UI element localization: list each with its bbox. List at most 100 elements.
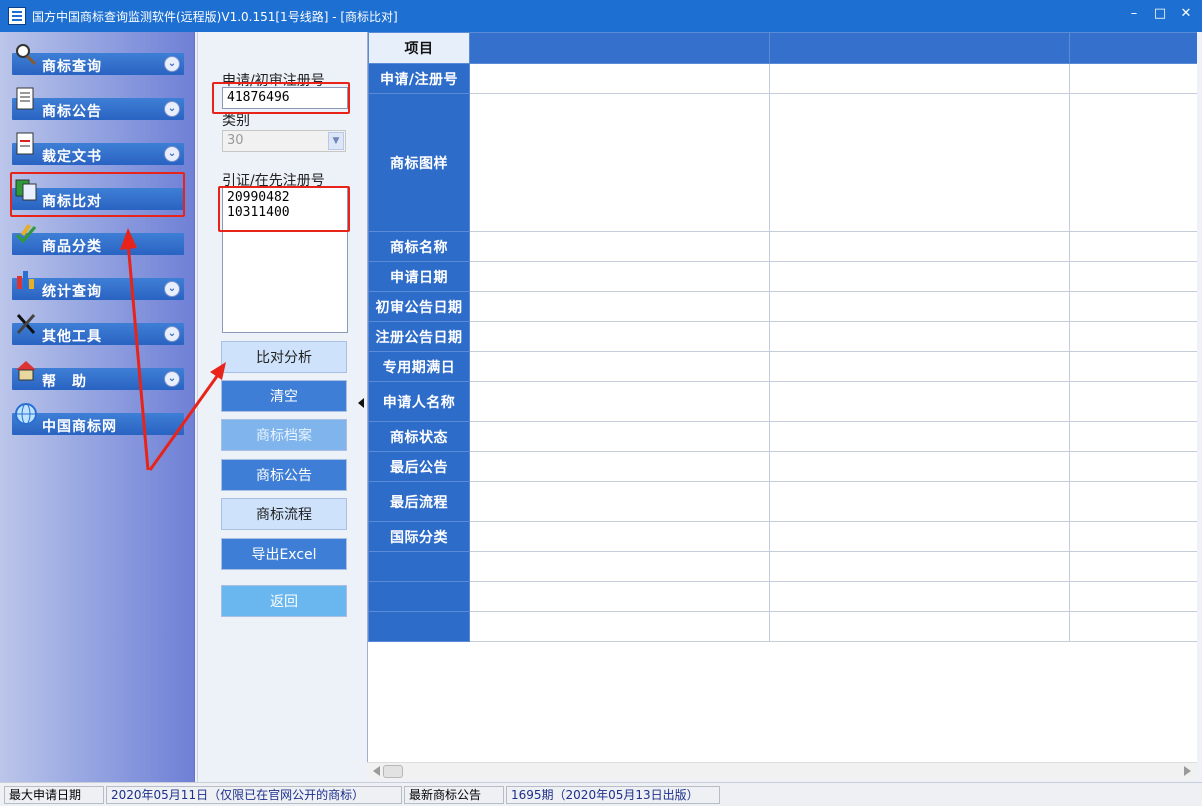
grid-cell[interactable] <box>1069 381 1197 422</box>
chevron-down-icon[interactable]: ▼ <box>328 132 344 150</box>
trademark-announcement-button[interactable]: 商标公告 <box>221 459 347 491</box>
grid-cell[interactable] <box>1069 261 1197 292</box>
sidebar-item-help[interactable]: 帮 助 ⌄ <box>12 361 184 390</box>
grid-cell[interactable] <box>469 261 770 292</box>
grid-cell[interactable] <box>1069 581 1197 612</box>
collapse-panel-handle[interactable] <box>358 398 364 408</box>
grid-header-col <box>769 32 1070 64</box>
compare-form-panel: 申请/初审注册号 41876496 类别 30 ▼ 引证/在先注册号 20990… <box>197 32 357 782</box>
grid-cell[interactable] <box>769 231 1070 262</box>
grid-cell[interactable] <box>469 231 770 262</box>
maximize-button[interactable]: □ <box>1152 6 1168 22</box>
status-latest-notice-label: 最新商标公告 <box>404 786 504 804</box>
sidebar-item-trademark-compare[interactable]: 商标比对 <box>12 179 184 210</box>
grid-cell[interactable] <box>769 611 1070 642</box>
grid-cell[interactable] <box>769 551 1070 582</box>
grid-cell[interactable] <box>1069 291 1197 322</box>
cited-no-line: 10311400 <box>227 205 290 220</box>
grid-cell[interactable] <box>769 351 1070 382</box>
status-max-date-value: 2020年05月11日（仅限已在官网公开的商标） <box>106 786 402 804</box>
sidebar-item-statistics[interactable]: 统计查询 ⌄ <box>12 271 184 300</box>
grid-cell[interactable] <box>469 93 770 232</box>
grid-cell[interactable] <box>1069 351 1197 382</box>
export-excel-button[interactable]: 导出Excel <box>221 538 347 570</box>
sidebar: 商标查询 ⌄ 商标公告 ⌄ 裁定文书 ⌄ 商标比对 商品分类 统计查询 ⌄ 其他… <box>0 32 195 782</box>
grid-cell[interactable] <box>1069 231 1197 262</box>
grid-cell[interactable] <box>769 421 1070 452</box>
grid-cell[interactable] <box>1069 611 1197 642</box>
sidebar-item-trademark-notice[interactable]: 商标公告 ⌄ <box>12 87 184 120</box>
scroll-thumb[interactable] <box>383 765 403 778</box>
grid-cell[interactable] <box>1069 451 1197 482</box>
trademark-archive-button[interactable]: 商标档案 <box>221 419 347 451</box>
sidebar-item-other-tools[interactable]: 其他工具 ⌄ <box>12 314 184 345</box>
grid-cell[interactable] <box>1069 421 1197 452</box>
grid-cell[interactable] <box>469 421 770 452</box>
grid-cell[interactable] <box>469 321 770 352</box>
grid-cell[interactable] <box>769 381 1070 422</box>
class-select-value: 30 <box>227 133 244 148</box>
pencil-check-icon <box>15 223 37 244</box>
row-apply-date: 申请日期 <box>368 261 470 292</box>
grid-cell[interactable] <box>469 381 770 422</box>
sidebar-item-goods-class[interactable]: 商品分类 <box>12 223 184 255</box>
row-last-notice: 最后公告 <box>368 451 470 482</box>
grid-cell[interactable] <box>469 451 770 482</box>
grid-cell[interactable] <box>469 63 770 94</box>
reg-no-input[interactable]: 41876496 <box>222 87 348 109</box>
sidebar-item-china-trademark-web[interactable]: 中国商标网 <box>12 403 184 435</box>
chevron-down-icon[interactable]: ⌄ <box>164 326 180 342</box>
compare-analysis-button[interactable]: 比对分析 <box>221 341 347 373</box>
close-button[interactable]: ✕ <box>1178 6 1194 22</box>
grid-cell[interactable] <box>1069 63 1197 94</box>
grid-cell[interactable] <box>769 291 1070 322</box>
chevron-down-icon[interactable]: ⌄ <box>164 101 180 117</box>
grid-cell[interactable] <box>469 611 770 642</box>
window-title: 国方中国商标查询监测软件(远程版)V1.0.151[1号线路] - [商标比对] <box>32 9 398 24</box>
grid-cell[interactable] <box>469 351 770 382</box>
grid-header-col <box>1069 32 1197 64</box>
grid-cell[interactable] <box>769 581 1070 612</box>
sidebar-item-rulings[interactable]: 裁定文书 ⌄ <box>12 132 184 165</box>
grid-cell[interactable] <box>769 451 1070 482</box>
trademark-flow-button[interactable]: 商标流程 <box>221 498 347 530</box>
sidebar-item-label: 统计查询 <box>42 284 102 300</box>
grid-cell[interactable] <box>469 291 770 322</box>
grid-cell[interactable] <box>469 481 770 522</box>
row-trademark-name: 商标名称 <box>368 231 470 262</box>
grid-cell[interactable] <box>769 63 1070 94</box>
grid-cell[interactable] <box>1069 481 1197 522</box>
grid-cell[interactable] <box>769 481 1070 522</box>
sidebar-item-label: 其他工具 <box>42 329 102 345</box>
scroll-left-arrow-icon[interactable] <box>373 766 380 776</box>
clear-button[interactable]: 清空 <box>221 380 347 412</box>
grid-cell[interactable] <box>1069 551 1197 582</box>
back-button[interactable]: 返回 <box>221 585 347 617</box>
row-empty <box>368 581 470 612</box>
grid-cell[interactable] <box>1069 321 1197 352</box>
minimize-button[interactable]: – <box>1126 6 1142 22</box>
chevron-down-icon[interactable]: ⌄ <box>164 371 180 387</box>
grid-cell[interactable] <box>469 581 770 612</box>
grid-cell[interactable] <box>1069 521 1197 552</box>
grid-cell[interactable] <box>769 93 1070 232</box>
scroll-right-arrow-icon[interactable] <box>1184 766 1191 776</box>
compare-icon <box>15 179 37 201</box>
grid-cell[interactable] <box>769 321 1070 352</box>
bar-chart-icon <box>17 271 34 289</box>
grid-cell[interactable] <box>769 521 1070 552</box>
chevron-down-icon[interactable]: ⌄ <box>164 146 180 162</box>
sidebar-item-trademark-search[interactable]: 商标查询 ⌄ <box>12 44 184 75</box>
chevron-down-icon[interactable]: ⌄ <box>164 56 180 72</box>
grid-cell[interactable] <box>1069 93 1197 232</box>
grid-cell[interactable] <box>769 261 1070 292</box>
class-label: 类别 <box>222 113 250 129</box>
row-last-flow: 最后流程 <box>368 481 470 522</box>
horizontal-scrollbar[interactable] <box>367 762 1197 780</box>
chevron-down-icon[interactable]: ⌄ <box>164 281 180 297</box>
cited-no-textarea[interactable]: 20990482 10311400 <box>222 187 348 333</box>
grid-cell[interactable] <box>469 521 770 552</box>
class-select[interactable]: 30 ▼ <box>222 130 346 152</box>
grid-cell[interactable] <box>469 551 770 582</box>
sidebar-item-label: 商标比对 <box>42 194 102 210</box>
